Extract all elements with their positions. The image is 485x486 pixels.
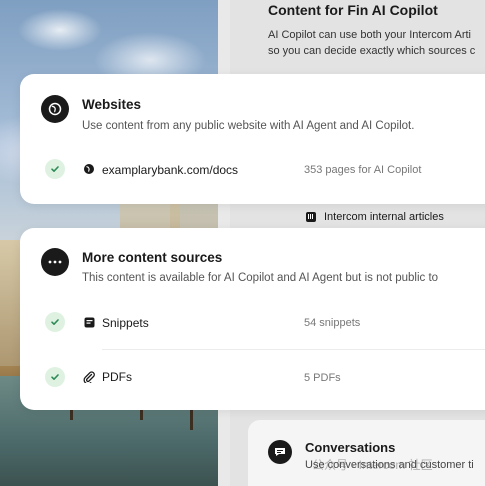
watermark: 公众号 · Intercom 社区 [312,458,433,472]
snippets-row[interactable]: Snippets 54 snippets [20,307,485,337]
conversations-title: Conversations [305,440,396,455]
back-panel-title: Content for Fin AI Copilot [268,2,438,18]
pdfs-row[interactable]: PDFs 5 PDFs [20,362,485,392]
chat-icon [268,440,292,464]
website-url: examplarybank.com/docs [102,163,239,177]
articles-icon [306,212,316,222]
internal-articles-label: Intercom internal articles [324,211,444,223]
snippets-count: 54 snippets [304,317,361,329]
internal-articles-item[interactable]: Intercom internal articles [306,211,444,223]
more-content-sources-card: More content sources This content is ava… [20,228,485,410]
globe-small-icon [83,163,95,175]
check-icon [45,367,65,387]
more-dots-icon [41,248,69,276]
snippet-icon [83,316,95,328]
website-page-count: 353 pages for AI Copilot [304,164,422,176]
check-icon [45,159,65,179]
websites-title: Websites [82,97,142,112]
pdfs-label: PDFs [102,370,132,384]
globe-icon [41,95,69,123]
back-panel-description: AI Copilot can use both your Intercom Ar… [268,29,476,57]
more-sources-description: This content is available for AI Copilot… [82,272,439,284]
more-sources-title: More content sources [82,250,223,265]
check-icon [45,312,65,332]
row-divider [102,349,485,350]
websites-description: Use content from any public website with… [82,120,415,132]
snippets-label: Snippets [102,316,149,330]
websites-card: Websites Use content from any public web… [20,74,485,204]
pdfs-count: 5 PDFs [304,372,341,384]
paperclip-icon [83,371,95,383]
website-row[interactable]: examplarybank.com/docs 353 pages for AI … [20,154,485,184]
